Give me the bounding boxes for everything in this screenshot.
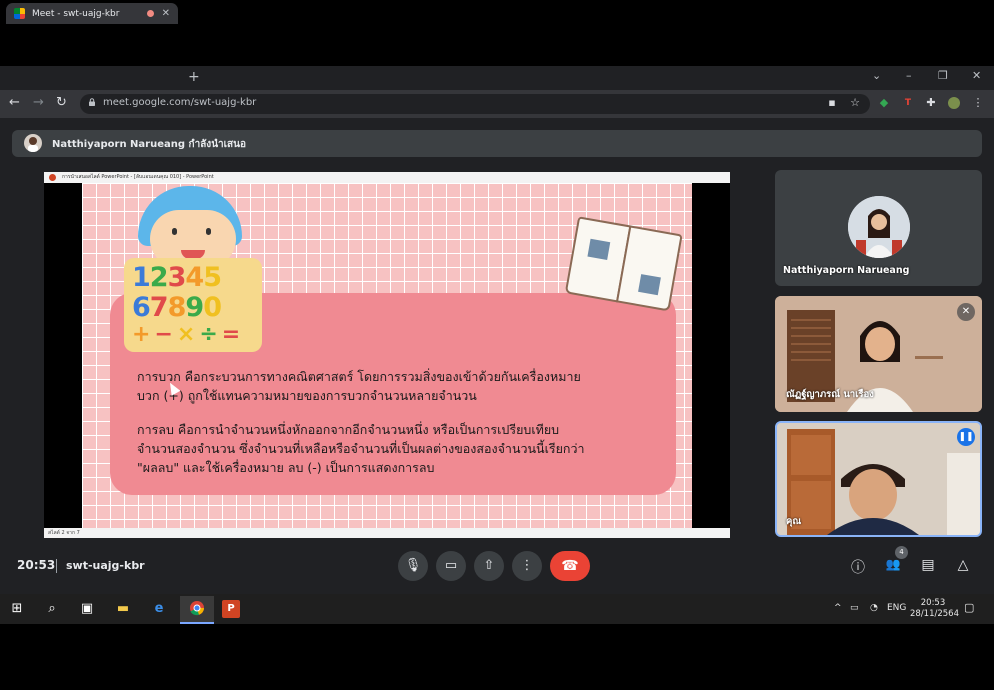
chrome-icon — [188, 600, 206, 618]
participant-count-badge: 4 — [895, 546, 908, 559]
windows-start-icon[interactable]: ⊞ — [8, 600, 26, 618]
number-row-2: 67890 — [132, 292, 222, 323]
file-explorer-icon[interactable]: ▬ — [114, 600, 132, 618]
search-icon[interactable]: ⌕ — [43, 600, 61, 618]
subtraction-definition-line-1: การลบ คือการนำจำนวนหนึ่งหักออกจากอีกจำนว… — [137, 422, 560, 437]
powerpoint-taskbar-icon[interactable]: P — [222, 600, 240, 618]
extension-red-icon[interactable]: T — [902, 97, 914, 109]
camera-button[interactable]: ▭ — [436, 551, 466, 581]
notifications-icon[interactable]: ▢ — [964, 601, 974, 614]
tab-close-icon[interactable]: ✕ — [162, 8, 170, 19]
extension-green-icon[interactable]: ◆ — [878, 97, 890, 109]
operator-row: +−×÷= — [132, 322, 245, 347]
forward-button[interactable]: → — [33, 96, 44, 110]
task-view-icon[interactable]: ▣ — [78, 600, 96, 618]
participant-name-self: คุณ — [786, 516, 802, 527]
camera-in-use-icon[interactable]: ▪ — [826, 97, 838, 109]
ppt-status-bar: สไลด์ 2 จาก 7 — [44, 528, 730, 538]
tab-search-icon[interactable]: ⌄ — [872, 69, 881, 82]
extensions-puzzle-icon[interactable]: ✚ — [925, 97, 937, 109]
recording-indicator-icon — [146, 10, 154, 17]
slide-counter: สไลด์ 2 จาก 7 — [48, 530, 80, 536]
meeting-info-icon[interactable]: ⓘ — [849, 557, 867, 577]
browser-tab[interactable]: Meet - swt-uajg-kbr ✕ — [6, 3, 178, 24]
browser-menu-icon[interactable]: ⋮ — [972, 97, 984, 109]
back-button[interactable]: ← — [9, 96, 20, 110]
presenter-avatar — [24, 134, 42, 152]
profile-avatar-icon[interactable] — [948, 97, 960, 109]
bookmark-star-icon[interactable]: ☆ — [849, 97, 861, 109]
system-date: 28/11/2564 — [910, 609, 959, 619]
restore-button[interactable]: ❐ — [938, 69, 948, 82]
minimize-button[interactable]: – — [906, 69, 912, 82]
close-window-button[interactable]: ✕ — [972, 69, 981, 82]
wifi-icon[interactable]: ◔ — [870, 603, 878, 613]
tab-title: Meet - swt-uajg-kbr — [32, 8, 120, 19]
kid-eye-left — [172, 228, 177, 235]
participant-name-2: ณัฏฐ์ญาภรณ์ นาเรือง — [786, 389, 874, 400]
presenter-banner-text: Natthiyaporn Narueang กำลังนำเสนอ — [52, 139, 247, 150]
new-tab-button[interactable]: + — [188, 69, 200, 85]
system-clock[interactable]: 20:53 28/11/2564 — [910, 598, 959, 620]
battery-icon[interactable]: ▭ — [850, 603, 859, 613]
browser-tab-strip — [0, 66, 994, 90]
meeting-code: swt-uajg-kbr — [66, 559, 145, 572]
addition-definition-line-2: บวก (+) ถูกใช้แทนความหมายของการบวกจำนวนห… — [137, 388, 477, 403]
speaking-indicator-icon: ❚❚ — [957, 428, 975, 446]
more-options-button[interactable]: ⋮ — [512, 551, 542, 581]
subtraction-definition-line-3: "ผลลบ" และใช้เครื่องหมาย ลบ (-) เป็นการแ… — [137, 460, 435, 475]
meeting-clock: 20:53 — [17, 558, 56, 572]
hang-up-button[interactable]: ☎ — [550, 551, 590, 581]
present-now-button[interactable]: ⇧ — [474, 551, 504, 581]
url-text[interactable]: meet.google.com/swt-uajg-kbr — [103, 97, 256, 108]
open-book-illustration — [563, 216, 684, 319]
people-icon[interactable]: 👥 — [884, 557, 902, 571]
number-row-1: 12345 — [132, 262, 222, 293]
activities-icon[interactable]: △ — [954, 557, 972, 573]
participant-name-1: Natthiyaporn Narueang — [783, 265, 910, 276]
ppt-window-title: การนำเสนอสไลด์ PowerPoint - [ลับแอนเดนคุ… — [62, 174, 214, 180]
lock-icon[interactable] — [88, 98, 96, 106]
book-left-picture — [587, 238, 611, 260]
language-indicator[interactable]: ENG — [887, 603, 906, 613]
letterbox-bottom — [0, 624, 994, 690]
meet-favicon-icon — [14, 8, 25, 19]
microphone-button[interactable]: 🎙 — [398, 551, 428, 581]
powerpoint-icon — [49, 174, 56, 181]
kid-eye-right — [206, 228, 211, 235]
participant-avatar — [848, 196, 910, 258]
system-time: 20:53 — [920, 598, 946, 608]
reload-button[interactable]: ↻ — [56, 96, 67, 110]
participant-tile-self[interactable] — [775, 421, 982, 537]
muted-mic-icon: ✕ — [957, 303, 975, 321]
edge-icon[interactable]: e — [150, 600, 168, 618]
chat-icon[interactable]: ▤ — [919, 557, 937, 573]
tray-expand-icon[interactable]: ^ — [834, 603, 842, 613]
book-right-picture — [638, 274, 661, 296]
clock-separator — [56, 559, 57, 573]
subtraction-definition-line-2: จำนวนสองจำนวน ซึ่งจำนวนที่เหลือหรือจำนวน… — [137, 441, 585, 456]
addition-definition-line-1: การบวก คือกระบวนการทางคณิตศาสตร์ โดยการร… — [137, 369, 581, 384]
